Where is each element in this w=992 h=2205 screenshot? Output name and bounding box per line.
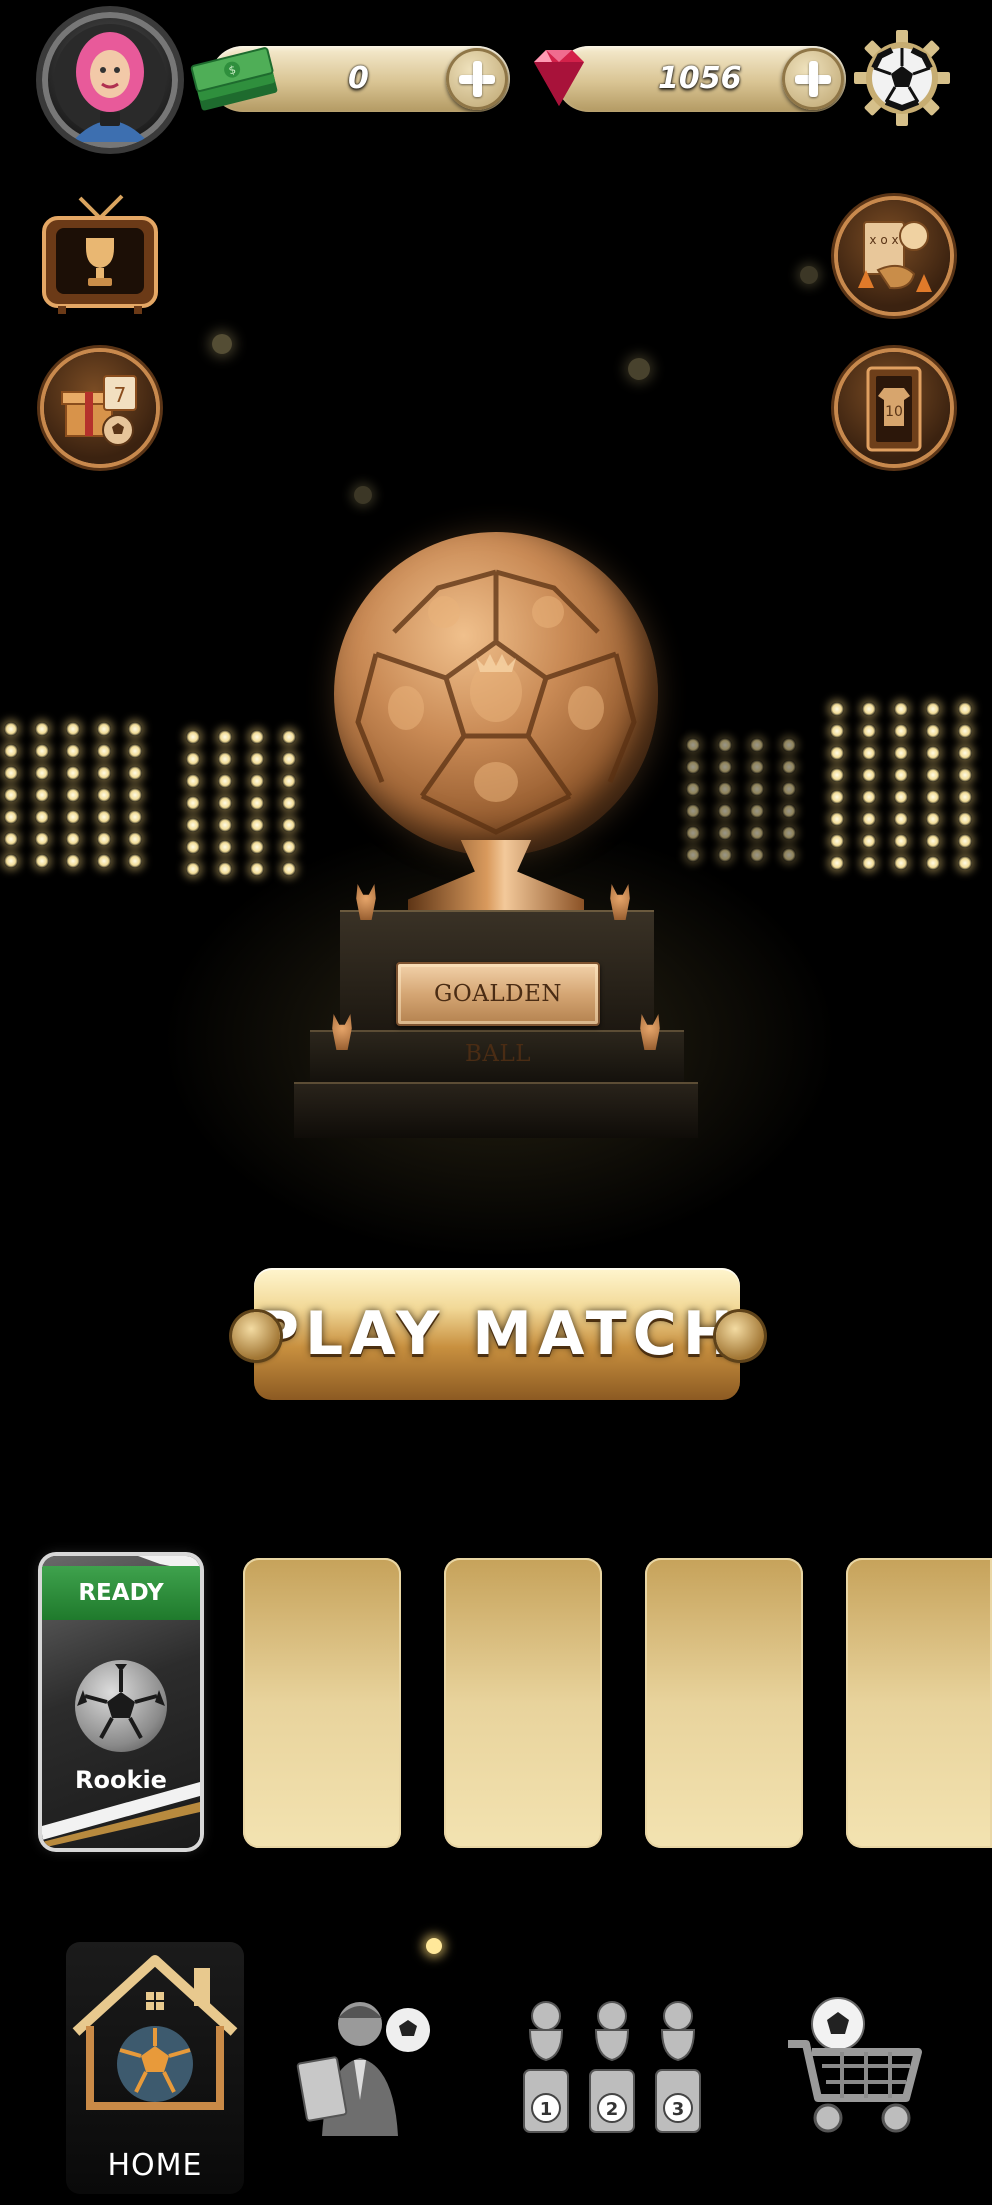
settings-button[interactable] — [852, 28, 952, 128]
play-button-right-knob — [716, 1312, 764, 1360]
card-tier-label: Rookie — [75, 1766, 167, 1794]
add-gems-button[interactable] — [782, 48, 844, 110]
nav-shop[interactable] — [782, 1994, 926, 2136]
trophies-ranking-icon: 1 2 3 — [523, 2001, 701, 2133]
red-diamond-icon — [522, 44, 596, 112]
bokeh-dot — [212, 334, 232, 354]
svg-text:10: 10 — [885, 404, 903, 420]
tactics-button[interactable]: x o x — [838, 200, 950, 312]
stadium-lights-right-inner — [686, 738, 806, 862]
stadium-lights-left-inner — [186, 730, 306, 876]
bokeh-dot — [354, 486, 372, 504]
avatar[interactable] — [42, 12, 178, 148]
manager-icon — [296, 2002, 430, 2136]
nav-rankings[interactable]: 1 2 3 — [510, 1998, 714, 2138]
svg-text:7: 7 — [114, 383, 127, 407]
ready-card-slot[interactable]: READY Rookie — [42, 1556, 200, 1848]
trophy-base-bottom — [294, 1082, 698, 1138]
play-button-left-knob — [232, 1312, 280, 1360]
daily-gift-icon: 7 — [61, 375, 137, 446]
tv-trophy-button[interactable] — [40, 194, 160, 318]
sparkle — [426, 1938, 442, 1954]
shop-cart-icon — [788, 1997, 922, 2133]
empty-card-slot[interactable] — [444, 1558, 602, 1848]
add-cash-button[interactable] — [446, 48, 508, 110]
locker-icon: 10 — [866, 366, 922, 452]
svg-text:2: 2 — [606, 2099, 619, 2120]
daily-gift-button[interactable]: 7 — [44, 352, 156, 464]
empty-card-slot[interactable] — [243, 1558, 401, 1848]
bokeh-dot — [628, 358, 650, 380]
nav-home-label: HOME — [107, 2148, 203, 2183]
svg-text:1: 1 — [540, 2099, 553, 2120]
golden-ball-trophy — [334, 532, 658, 856]
bokeh-dot — [800, 266, 818, 284]
locker-button[interactable]: 10 — [838, 352, 950, 464]
soccer-ball-icon — [75, 1660, 167, 1752]
empty-card-slot[interactable] — [645, 1558, 803, 1848]
ready-status-badge: READY — [42, 1566, 200, 1620]
play-match-label: PLAY MATCH — [255, 1299, 739, 1369]
cash-stack-icon: $ — [188, 46, 284, 116]
stadium-lights-right — [830, 702, 980, 870]
soccer-ball-gear-icon — [854, 30, 950, 126]
stadium-lights-left — [4, 722, 150, 868]
trophy-plaque: GOALDEN BALL — [396, 962, 600, 1067]
empty-card-slot[interactable] — [846, 1558, 992, 1848]
avatar-portrait — [54, 24, 166, 142]
tactics-whistle-icon: x o x — [858, 221, 932, 292]
tv-trophy-icon — [42, 194, 158, 314]
home-icon — [72, 1955, 238, 2110]
svg-text:x o x: x o x — [869, 233, 898, 247]
nav-manager[interactable] — [296, 1990, 436, 2140]
play-match-button[interactable]: PLAY MATCH — [254, 1268, 740, 1400]
svg-text:3: 3 — [672, 2099, 685, 2120]
gems-amount: 1056 — [658, 61, 742, 96]
ball-pattern — [355, 569, 637, 835]
cash-amount: 0 — [348, 61, 369, 96]
